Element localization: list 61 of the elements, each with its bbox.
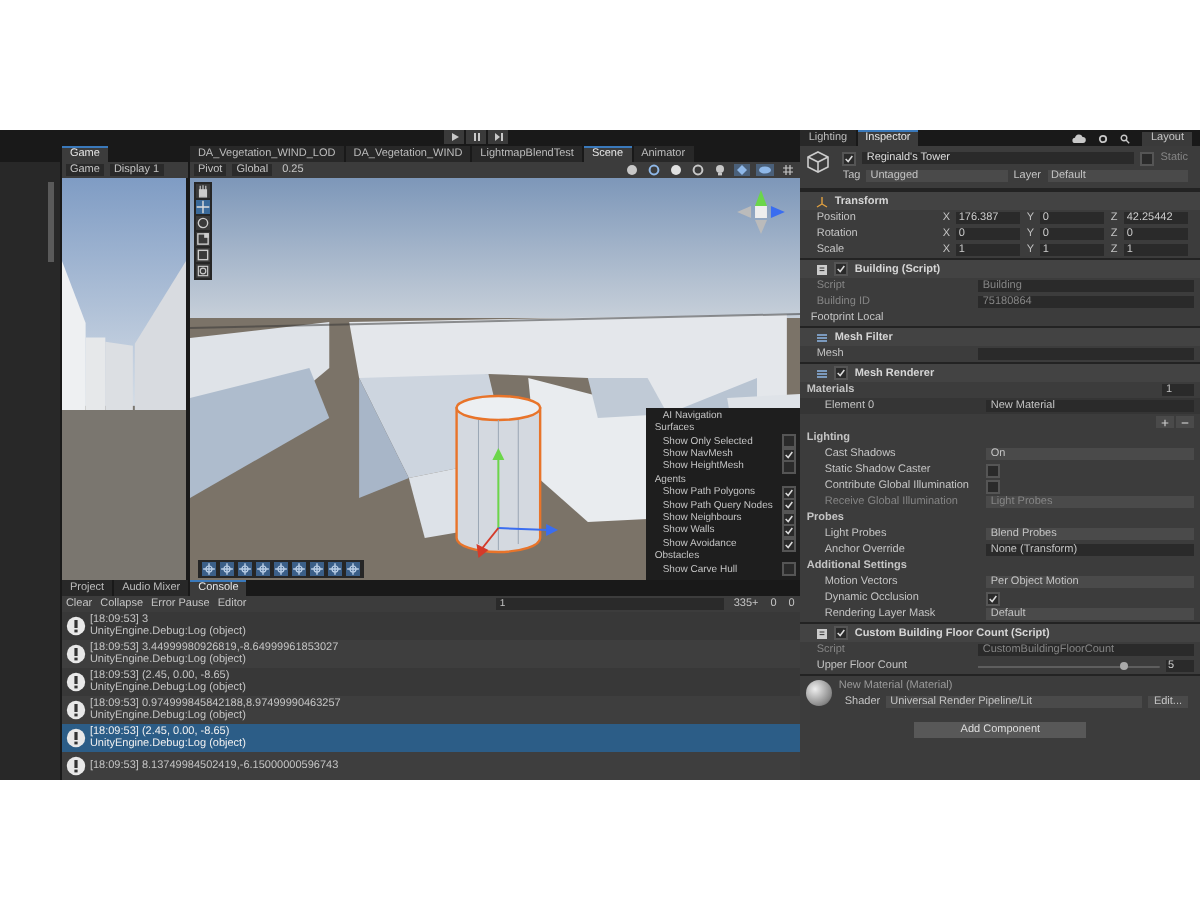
sphere-icon[interactable] [624,164,641,176]
add-icon[interactable] [1156,416,1175,428]
checkbox[interactable] [986,479,1001,493]
checkbox[interactable] [782,434,797,449]
checkbox[interactable] [986,591,1001,605]
grid-icon [816,367,829,379]
crosshair-icon[interactable] [219,562,234,576]
play-button[interactable] [444,130,464,144]
crosshair-icon[interactable] [345,562,360,576]
sphere-icon[interactable] [668,164,685,176]
light-bulb-icon[interactable] [712,164,729,176]
orientation-gizmo-icon[interactable] [737,190,785,234]
axes-icon [816,195,829,207]
slider-track[interactable] [978,660,1161,672]
checkbox[interactable] [782,562,797,577]
info-icon [65,756,86,776]
checkbox[interactable] [1140,151,1155,165]
selected-cylinder[interactable] [455,394,542,554]
ring-icon[interactable] [646,164,663,176]
crosshair-icon[interactable] [309,562,324,576]
object-field[interactable] [978,348,1195,360]
checkbox[interactable] [834,262,849,276]
remove-icon[interactable] [1176,416,1195,428]
crosshair-icon[interactable] [201,562,216,576]
eye-icon[interactable] [756,164,775,176]
info-icon [65,616,86,636]
crosshair-icon[interactable] [237,562,252,576]
info-icon [65,644,86,664]
checkbox[interactable] [782,524,797,539]
checkbox[interactable] [782,460,797,475]
crosshair-icon[interactable] [327,562,342,576]
move-icon[interactable] [195,200,210,214]
checkbox[interactable] [842,151,857,165]
grid-icon[interactable] [780,164,797,176]
checkbox[interactable] [834,366,849,380]
checkbox[interactable] [986,463,1001,477]
slider-thumb[interactable] [1119,662,1128,670]
hand-icon[interactable] [195,184,210,198]
rotate-icon[interactable] [195,216,210,230]
checkbox[interactable] [782,498,797,513]
checkbox[interactable] [782,485,797,500]
info-icon [65,728,86,748]
checkbox[interactable] [834,626,849,640]
script-icon [816,263,829,275]
material-sphere-icon [806,680,833,706]
crosshair-icon[interactable] [291,562,306,576]
transform-icon[interactable] [195,264,210,278]
crosshair-icon[interactable] [255,562,270,576]
move-gizmo-icon[interactable] [476,448,558,558]
cloud-icon[interactable] [1072,133,1087,143]
ring-icon[interactable] [690,164,707,176]
cube-icon [806,150,831,174]
pause-button[interactable] [466,130,486,144]
step-button[interactable] [488,130,508,144]
rect-icon[interactable] [195,248,210,262]
grid-icon [816,331,829,343]
crosshair-icon[interactable] [273,562,288,576]
scale-icon[interactable] [195,232,210,246]
info-icon [65,672,86,692]
script-icon [816,627,829,639]
info-icon [65,700,86,720]
